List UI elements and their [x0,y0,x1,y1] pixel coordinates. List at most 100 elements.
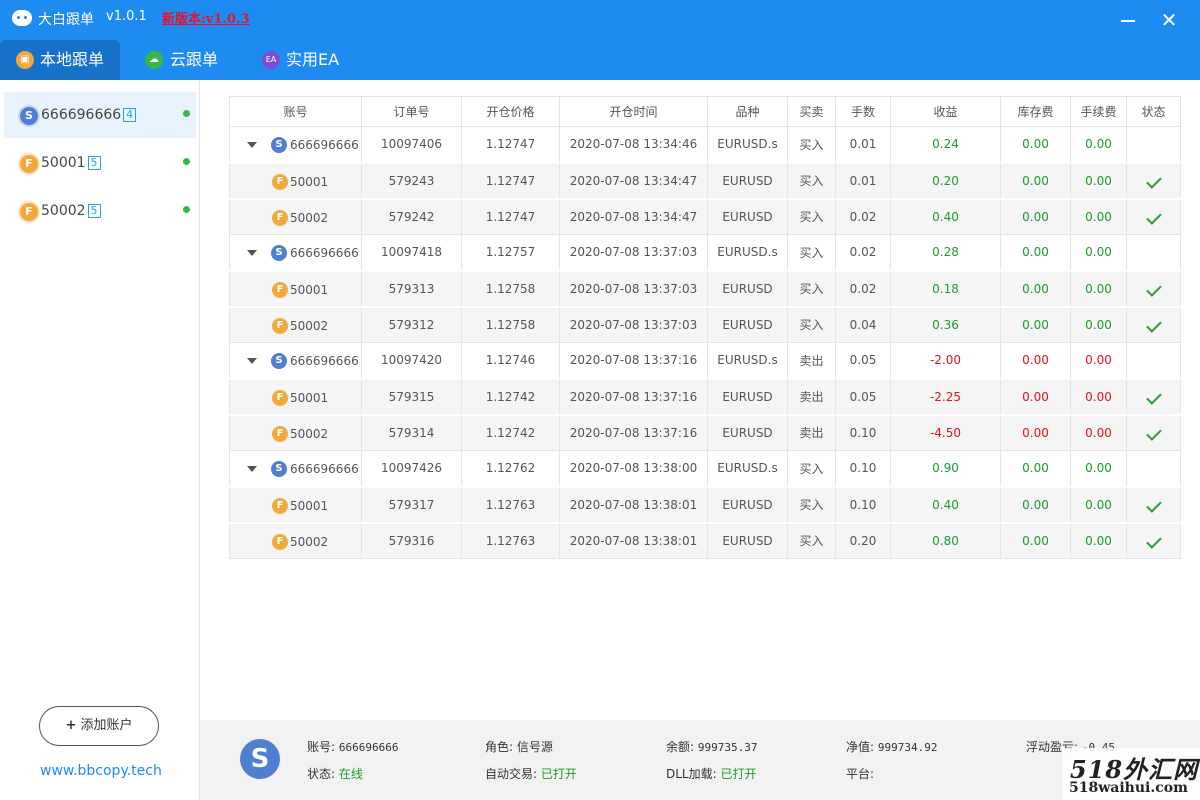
sidebar-account-signal[interactable]: S 666696666 4 [4,92,196,138]
symbol-cell: EURUSD [707,413,788,451]
side-cell: 买入 [787,197,836,235]
status-cell [1126,521,1181,559]
open-price-cell: 1.12757 [461,234,560,271]
sidebar-account-follower[interactable]: F 50001 5 [4,140,196,186]
tab-cloud-follow[interactable]: ☁ 云跟单 [130,40,230,80]
check-icon [1145,424,1162,441]
swap-cell: 0.00 [1000,377,1071,415]
account-number: 50002 [290,318,329,333]
column-header[interactable]: 品种 [707,96,788,127]
open-price-cell: 1.12763 [461,521,560,559]
close-icon: ✕ [1160,8,1178,32]
signal-order-row[interactable]: S 666696666 10097406 1.12747 2020-07-08 13:3… [229,126,1181,163]
column-header[interactable]: 状态 [1126,96,1181,127]
symbol-cell: EURUSD [707,197,788,235]
info-value: 已打开 [540,767,577,781]
account-sidebar: S 666696666 4 F 50001 5 F 50002 5 + 添加账户 www… [0,80,200,800]
order-count-badge: 4 [123,108,137,122]
column-header[interactable]: 买卖 [787,96,836,127]
info-role: 角色: 信号源 [485,738,553,755]
follower-order-row[interactable]: F 50002 579242 1.12747 2020-07-08 13:34:47 EU… [229,197,1181,235]
account-number: 50001 [290,282,329,297]
column-header[interactable]: 收益 [890,96,1001,127]
expand-caret-icon[interactable] [247,358,257,364]
side-cell: 买入 [787,234,836,271]
account-cell: F 50002 [229,197,362,235]
symbol-cell: EURUSD.s [707,342,788,379]
column-header[interactable]: 账号 [229,96,362,127]
expand-caret-icon[interactable] [247,250,257,256]
account-info-panel: S 账号: 666696666 角色: 信号源 余额: 999735.37 净值… [200,720,1200,800]
signal-order-row[interactable]: S 666696666 10097420 1.12746 2020-07-08 13:3… [229,342,1181,379]
info-label: 账号: [307,740,336,754]
info-label: 余额: [666,740,695,754]
follower-order-row[interactable]: F 50002 579314 1.12742 2020-07-08 13:37:16 EU… [229,413,1181,451]
column-header[interactable]: 手续费 [1070,96,1127,127]
info-label: 状态: [307,767,336,781]
account-cell: S 666696666 [229,234,362,271]
swap-cell: 0.00 [1000,521,1071,559]
website-link[interactable]: www.bbcopy.tech [40,763,162,779]
open-price-cell: 1.12746 [461,342,560,379]
follower-order-row[interactable]: F 50002 579316 1.12763 2020-07-08 13:38:01 EU… [229,521,1181,559]
expand-caret-icon[interactable] [247,466,257,472]
open-time-cell: 2020-07-08 13:37:03 [559,305,708,343]
order-number-cell: 10097418 [361,234,462,271]
column-header[interactable]: 开仓价格 [461,96,560,127]
sidebar-account-follower[interactable]: F 50002 5 [4,188,196,234]
profit-cell: -2.00 [890,342,1001,379]
account-number: 50002 [290,210,329,225]
swap-cell: 0.00 [1000,485,1071,523]
account-number: 50002 [290,534,329,549]
swap-cell: 0.00 [1000,450,1071,487]
lots-cell: 0.02 [835,269,891,307]
minimize-button[interactable] [1116,8,1140,32]
order-number-cell: 579313 [361,269,462,307]
profit-cell: 0.28 [890,234,1001,271]
follower-account-icon: F [20,155,38,173]
signal-account-icon: S [271,137,287,153]
status-cell [1126,377,1181,415]
signal-order-row[interactable]: S 666696666 10097418 1.12757 2020-07-08 13:3… [229,234,1181,271]
follower-order-row[interactable]: F 50001 579313 1.12758 2020-07-08 13:37:03 EU… [229,269,1181,307]
lots-cell: 0.02 [835,234,891,271]
side-cell: 卖出 [787,342,836,379]
close-button[interactable]: ✕ [1157,8,1181,32]
column-header[interactable]: 订单号 [361,96,462,127]
add-account-button[interactable]: + 添加账户 [39,706,159,746]
column-header[interactable]: 手数 [835,96,891,127]
status-cell [1126,342,1181,379]
symbol-cell: EURUSD [707,521,788,559]
follower-order-row[interactable]: F 50001 579243 1.12747 2020-07-08 13:34:47 EU… [229,161,1181,199]
expand-caret-icon[interactable] [247,142,257,148]
account-number: 50001 [290,174,329,189]
column-header[interactable]: 库存费 [1000,96,1071,127]
info-value: 999734.92 [877,741,938,754]
open-time-cell: 2020-07-08 13:38:00 [559,450,708,487]
status-cell [1126,197,1181,235]
open-price-cell: 1.12747 [461,126,560,163]
follower-order-row[interactable]: F 50002 579312 1.12758 2020-07-08 13:37:03 EU… [229,305,1181,343]
open-time-cell: 2020-07-08 13:38:01 [559,485,708,523]
tab-label: 云跟单 [170,50,219,69]
profit-cell: 0.80 [890,521,1001,559]
new-version-link[interactable]: 新版本:v1.0.3 [162,8,250,27]
follower-order-row[interactable]: F 50001 579317 1.12763 2020-07-08 13:38:01 EU… [229,485,1181,523]
tab-ea[interactable]: EA 实用EA [245,40,355,80]
follower-order-row[interactable]: F 50001 579315 1.12742 2020-07-08 13:37:16 EU… [229,377,1181,415]
open-time-cell: 2020-07-08 13:37:16 [559,377,708,415]
profit-cell: 0.24 [890,126,1001,163]
account-number: 666696666 [290,462,359,476]
fee-cell: 0.00 [1070,269,1127,307]
column-header[interactable]: 开仓时间 [559,96,708,127]
account-cell: F 50001 [229,269,362,307]
orders-table: 账号 订单号 开仓价格 开仓时间 品种 买卖 手数 收益 库存费 手续费 状态 S 666696666… [229,96,1181,559]
signal-account-icon: S [271,245,287,261]
lots-cell: 0.10 [835,485,891,523]
signal-order-row[interactable]: S 666696666 10097426 1.12762 2020-07-08 13:3… [229,450,1181,487]
swap-cell: 0.00 [1000,413,1071,451]
ea-icon: EA [262,51,280,69]
order-number-cell: 10097420 [361,342,462,379]
profit-cell: 0.40 [890,197,1001,235]
tab-local-follow[interactable]: ▣ 本地跟单 [0,40,120,80]
